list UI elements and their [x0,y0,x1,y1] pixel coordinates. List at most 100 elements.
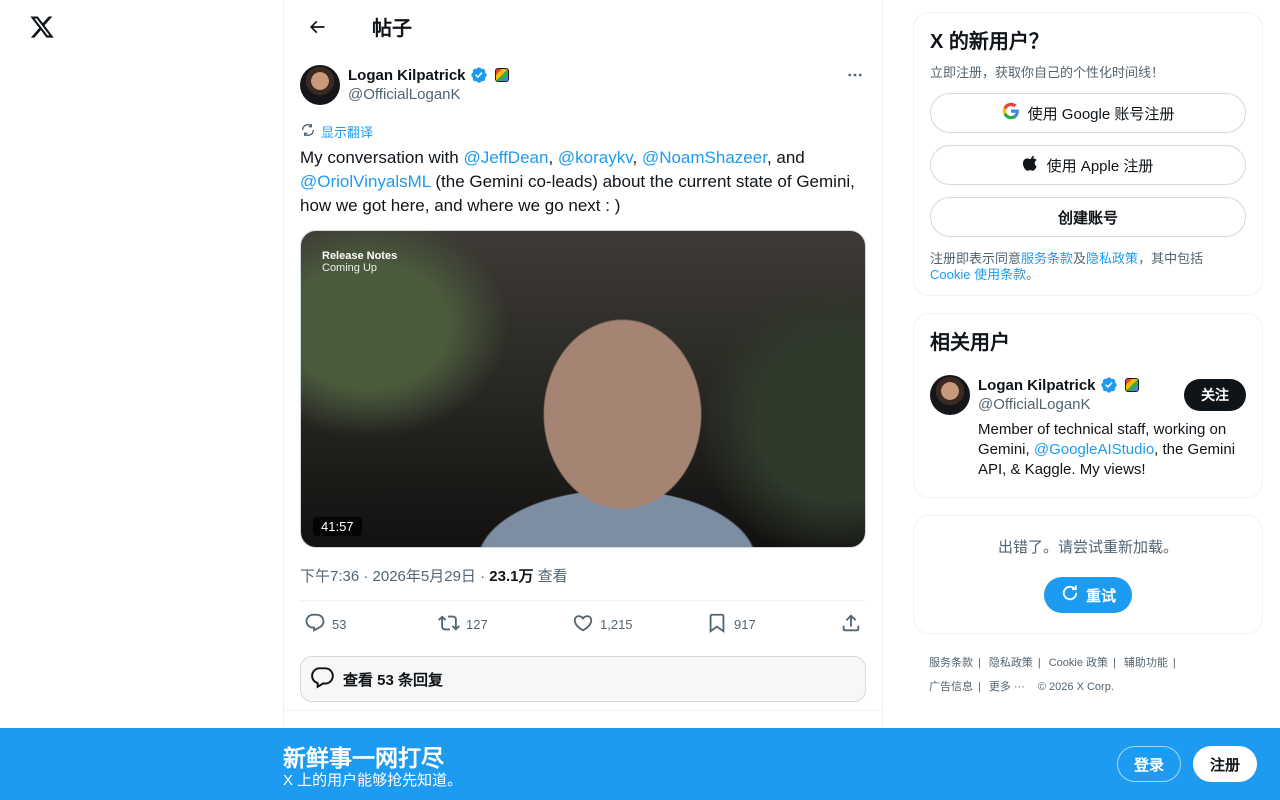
post-text-segment: , [632,148,642,167]
repost-count: 127 [466,617,488,632]
google-signup-label: 使用 Google 账号注册 [1027,105,1175,123]
replies-bubble-icon [309,664,335,694]
bookmark-icon [706,612,728,637]
related-user[interactable]: Logan Kilpatrick @OfficialLoganK 关注 Memb… [930,375,1246,485]
video-player[interactable]: Release Notes Coming Up 41:57 [300,230,866,548]
footer-link[interactable]: 服务条款 [929,657,973,669]
mention-link[interactable]: @GoogleAIStudio [1034,441,1154,458]
footer-link[interactable]: 隐私政策 [989,657,1033,669]
mention-link[interactable]: @NoamShazeer [642,148,767,167]
privacy-policy-link[interactable]: 隐私政策 [1086,251,1138,266]
bottom-login-bar: 新鲜事一网打尽 X 上的用户能够抢先知道。 登录 注册 [0,728,1280,800]
repost-button[interactable]: 127 [438,612,558,637]
footer-separator: | [1172,657,1176,669]
create-account-label: 创建账号 [1057,209,1118,227]
mention-link[interactable]: @koraykv [558,148,633,167]
bookmark-count: 917 [734,617,756,632]
apple-icon [1022,154,1039,176]
footer-separator: | [1037,657,1041,669]
post-timestamp[interactable]: 下午7:36 · 2026年5月29日 · [300,568,489,585]
reply-button[interactable]: 53 [304,612,424,637]
mention-link[interactable]: @OriolVinyalsML [300,172,431,191]
view-replies-label: 查看 53 条回复 [343,671,444,689]
refresh-icon [1060,583,1080,607]
show-translation-link[interactable]: 显示翻译 [300,122,866,140]
affiliation-badge-icon[interactable] [1124,378,1139,392]
avatar[interactable] [300,65,340,105]
verified-badge-icon [1100,376,1118,394]
translate-icon [300,122,316,141]
post-text: My conversation with @JeffDean, @koraykv… [300,146,866,218]
view-replies-button[interactable]: 查看 53 条回复 [300,656,866,702]
more-options-icon[interactable] [844,65,866,85]
reply-count: 53 [332,617,347,632]
related-users-card: 相关用户 Logan Kilpatrick @OfficialLoganK 关注… [913,313,1263,498]
video-caption-title: Release Notes [322,250,398,262]
error-card: 出错了。请尝试重新加载。 重试 [913,515,1263,634]
repost-icon [438,612,460,637]
retry-button[interactable]: 重试 [1044,577,1132,613]
affiliation-badge-icon[interactable] [494,68,509,82]
translate-label: 显示翻译 [321,124,374,140]
avatar[interactable] [930,375,970,415]
x-logo-icon[interactable] [26,11,58,43]
signup-subtitle: 立即注册，获取你自己的个性化时间线！ [930,65,1165,80]
cookie-policy-link[interactable]: Cookie 使用条款 [930,267,1026,282]
bottom-bar-title: 新鲜事一网打尽 [283,745,444,771]
apple-signup-button[interactable]: 使用 Apple 注册 [930,145,1246,185]
post-meta: 下午7:36 · 2026年5月29日 · 23.1万 查看 [300,565,866,585]
follow-button[interactable]: 关注 [1184,379,1246,411]
google-icon [1002,102,1020,124]
views-label: 查看 [533,568,568,585]
video-caption-subtitle: Coming Up [322,262,378,274]
terms-text: 。 [1026,267,1040,282]
apple-signup-label: 使用 Apple 注册 [1046,157,1154,175]
login-button[interactable]: 登录 [1117,746,1181,782]
related-user-handle[interactable]: @OfficialLoganK [978,396,1091,413]
post-author: Logan Kilpatrick @OfficialLoganK [300,65,866,119]
divider [284,710,882,711]
google-signup-button[interactable]: 使用 Google 账号注册 [930,93,1246,133]
footer-links: 服务条款 | 隐私政策 | Cookie 政策 | 辅助功能 | 广告信息 | 更多 ··· © 20… [913,651,1263,699]
back-arrow-icon[interactable] [300,10,334,44]
related-user-name-line: Logan Kilpatrick [978,376,1139,394]
terms-text: 及 [1073,251,1087,266]
left-rail [0,0,283,800]
retry-label: 重试 [1085,587,1116,605]
post: Logan Kilpatrick @OfficialLoganK 显示翻译 My… [284,65,882,702]
author-name-line: Logan Kilpatrick [348,66,509,84]
terms-text: 注册即表示同意 [930,251,1022,266]
footer-link[interactable]: Cookie 政策 [1049,657,1108,669]
page-header: 帖子 [284,0,882,53]
copyright: © 2026 X Corp. [1037,681,1114,693]
signup-terms: 注册即表示同意服务条款及隐私政策，其中包括 Cookie 使用条款。 [930,251,1246,283]
post-text-segment: My conversation with [300,148,464,167]
footer-link[interactable]: 辅助功能 [1124,657,1168,669]
share-icon [840,612,862,637]
error-message: 出错了。请尝试重新加载。 [997,539,1178,556]
main-column: 帖子 Logan Kilpatrick @OfficialLoganK 显示翻译… [283,0,883,800]
signup-button[interactable]: 注册 [1193,746,1257,782]
right-sidebar: X 的新用户？ 立即注册，获取你自己的个性化时间线！ 使用 Google 账号注… [913,12,1263,699]
signup-title: X 的新用户？ [930,31,1049,53]
share-button[interactable] [840,612,862,637]
bookmark-button[interactable]: 917 [706,612,826,637]
author-name[interactable]: Logan Kilpatrick [348,67,466,84]
like-button[interactable]: 1,215 [572,612,692,637]
page-title: 帖子 [372,18,412,40]
footer-separator: | [978,681,981,693]
bottom-bar-subtitle: X 上的用户能够抢先知道。 [283,772,463,789]
footer-link[interactable]: 广告信息 [929,681,973,693]
post-text-segment: , and [766,148,805,167]
related-users-title: 相关用户 [930,332,1010,354]
like-count: 1,215 [600,617,633,632]
terms-text: ，其中包括 [1138,251,1204,266]
views-count: 23.1万 [489,568,534,585]
terms-of-service-link[interactable]: 服务条款 [1021,251,1073,266]
video-duration: 41:57 [313,517,362,536]
related-user-name[interactable]: Logan Kilpatrick [978,377,1096,394]
mention-link[interactable]: @JeffDean [463,148,548,167]
author-handle[interactable]: @OfficialLoganK [348,86,461,103]
create-account-button[interactable]: 创建账号 [930,197,1246,237]
footer-link[interactable]: 更多 ··· [989,681,1025,693]
